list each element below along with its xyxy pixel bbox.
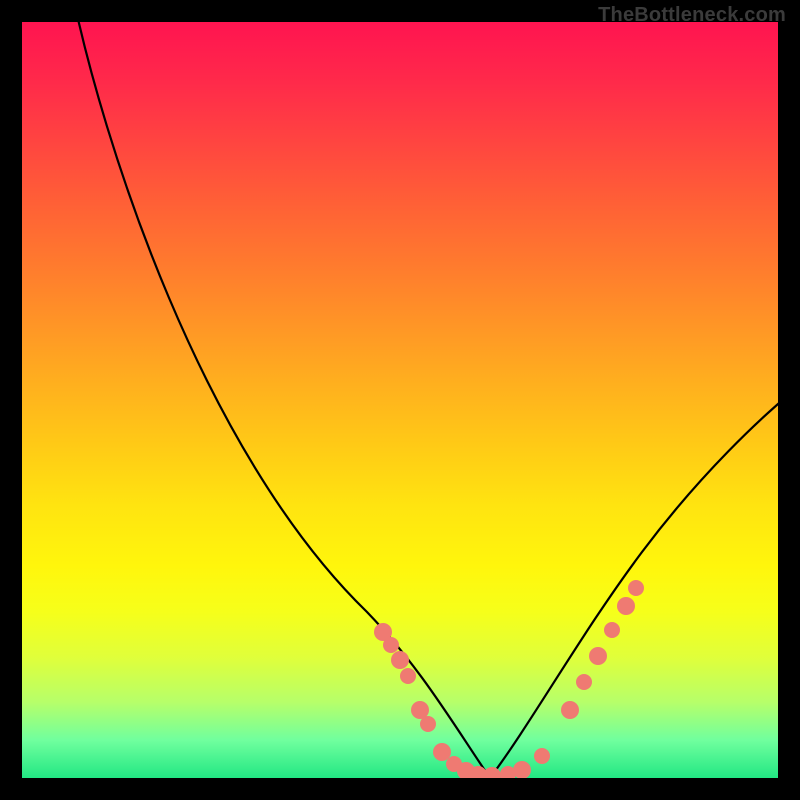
data-point <box>561 701 579 719</box>
data-point <box>400 668 416 684</box>
data-point <box>604 622 620 638</box>
data-point <box>628 580 644 596</box>
data-point <box>513 761 531 778</box>
data-points <box>374 580 644 778</box>
data-point <box>534 748 550 764</box>
data-point <box>483 767 501 778</box>
data-point <box>589 647 607 665</box>
data-point <box>433 743 451 761</box>
data-point <box>391 651 409 669</box>
curve-left <box>70 22 490 778</box>
chart-stage: TheBottleneck.com <box>0 0 800 800</box>
data-point <box>420 716 436 732</box>
curve-svg <box>22 22 778 778</box>
data-point <box>617 597 635 615</box>
data-point <box>576 674 592 690</box>
data-point <box>383 637 399 653</box>
plot-area <box>22 22 778 778</box>
